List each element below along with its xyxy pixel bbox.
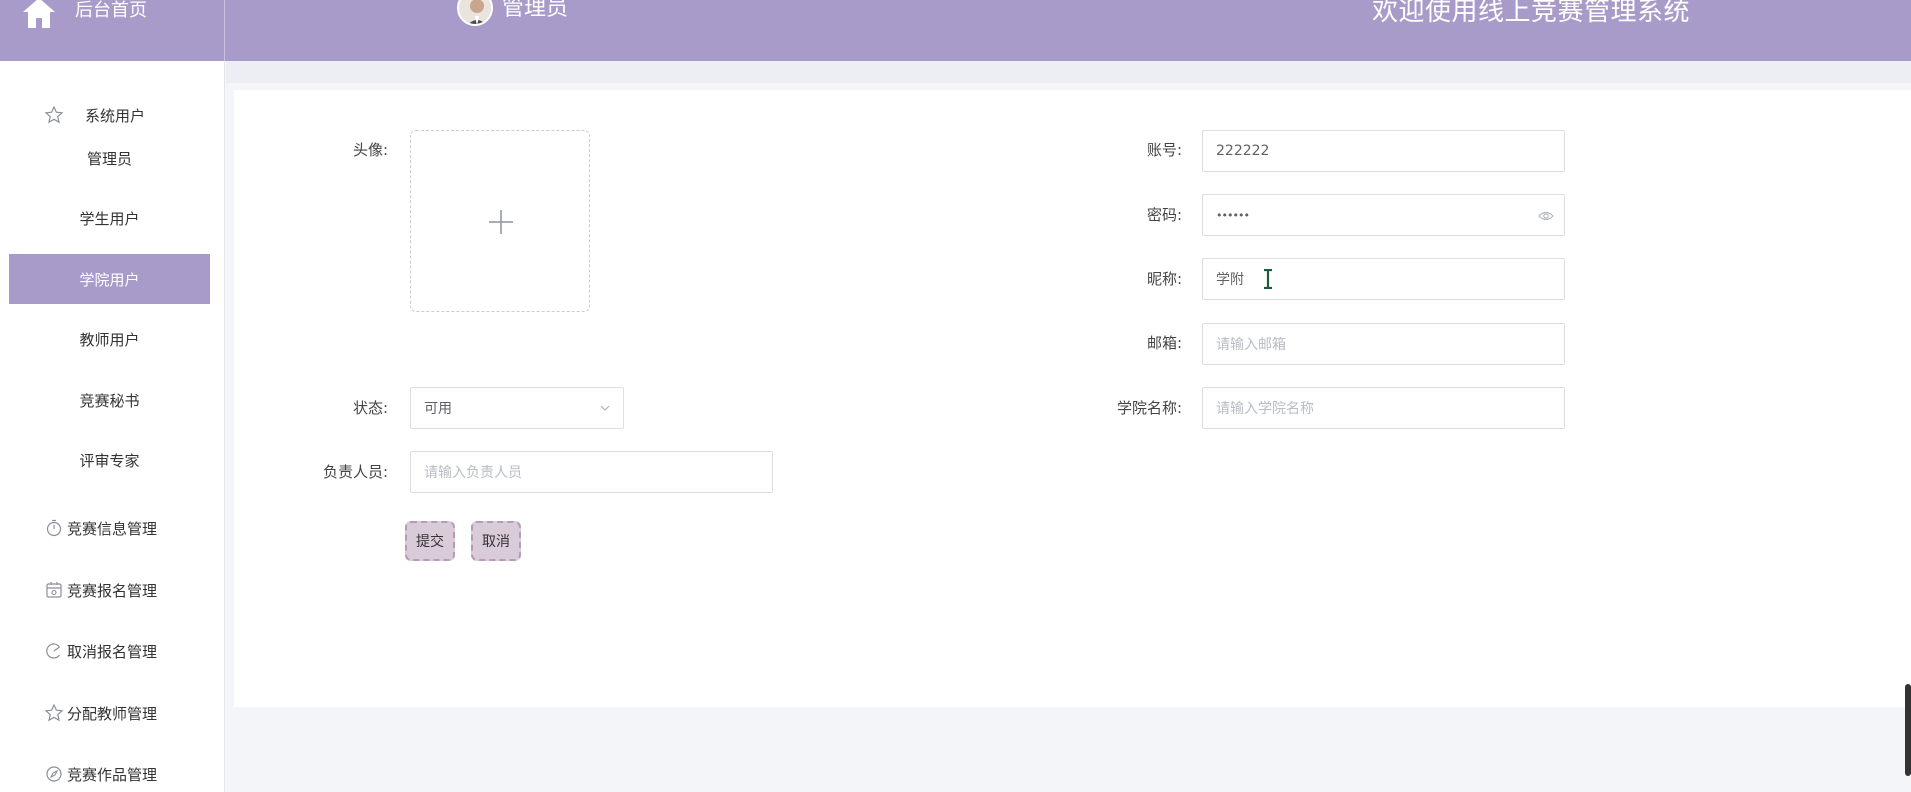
password-value: •••••• <box>1216 208 1250 222</box>
sidebar-item-college-users[interactable]: 学院用户 <box>9 254 210 304</box>
pie-chart-icon <box>46 643 60 659</box>
menu-contest-info-label: 竞赛信息管理 <box>67 519 158 538</box>
menu-contest-info[interactable]: 竞赛信息管理 <box>0 508 225 548</box>
welcome-title: 欢迎使用线上竞赛管理系统 <box>1372 0 1691 27</box>
nickname-value: 学附 <box>1216 272 1244 288</box>
nickname-input[interactable]: 学附 <box>1202 258 1565 300</box>
password-label: 密码: <box>1146 206 1182 224</box>
email-label: 邮箱: <box>1146 334 1182 352</box>
home-icon <box>23 0 55 28</box>
plus-icon <box>489 210 513 234</box>
cancel-button[interactable]: 取消 <box>471 521 521 561</box>
college-name-input[interactable]: 请输入学院名称 <box>1202 387 1565 429</box>
menu-works-label: 竞赛作品管理 <box>67 765 158 784</box>
status-select[interactable]: 可用 <box>410 387 624 429</box>
manager-placeholder: 请输入负责人员 <box>424 465 522 481</box>
sidebar-item-experts[interactable]: 评审专家 <box>9 435 210 485</box>
home-link[interactable]: 后台首页 <box>0 0 225 61</box>
menu-assign-teacher[interactable]: 分配教师管理 <box>0 693 225 733</box>
account-value: 222222 <box>1216 143 1270 159</box>
menu-system-users[interactable]: 系统用户 <box>0 95 225 135</box>
menu-cancel-registration[interactable]: 取消报名管理 <box>0 631 225 671</box>
menu-assign-teacher-label: 分配教师管理 <box>67 704 158 723</box>
avatar-label: 头像: <box>352 141 388 159</box>
email-placeholder: 请输入邮箱 <box>1216 337 1286 353</box>
eye-icon[interactable] <box>1538 208 1554 224</box>
menu-registration-label: 竞赛报名管理 <box>67 581 158 600</box>
home-label: 后台首页 <box>75 0 147 21</box>
submit-button[interactable]: 提交 <box>405 521 455 561</box>
compass-icon <box>46 766 62 782</box>
nickname-label: 昵称: <box>1146 270 1182 288</box>
avatar-image <box>459 0 491 24</box>
sidebar-item-admin[interactable]: 管理员 <box>9 133 210 183</box>
account-label: 账号: <box>1146 141 1182 159</box>
content-top-strip <box>226 61 1911 83</box>
sidebar-item-teachers[interactable]: 教师用户 <box>9 314 210 364</box>
scrollbar-thumb[interactable] <box>1905 684 1911 776</box>
star-icon <box>44 703 64 722</box>
status-label: 状态: <box>352 399 388 417</box>
menu-registration[interactable]: 竞赛报名管理 <box>0 570 225 610</box>
sidebar: 系统用户 管理员 学生用户 学院用户 教师用户 竞赛秘书 评审专家 竞赛信息管理… <box>0 61 225 792</box>
star-icon <box>44 105 64 124</box>
timer-icon <box>46 519 62 537</box>
status-value: 可用 <box>424 401 452 417</box>
sidebar-item-students[interactable]: 学生用户 <box>9 193 210 243</box>
email-input[interactable]: 请输入邮箱 <box>1202 323 1565 365</box>
avatar[interactable] <box>457 0 493 26</box>
password-input[interactable]: •••••• <box>1202 194 1565 236</box>
avatar-upload[interactable] <box>410 130 590 312</box>
account-input[interactable]: 222222 <box>1202 130 1565 172</box>
manager-input[interactable]: 请输入负责人员 <box>410 451 773 493</box>
top-header: 后台首页 管理员 欢迎使用线上竞赛管理系统 <box>0 0 1911 61</box>
college-name-label: 学院名称: <box>1116 399 1182 417</box>
menu-works[interactable]: 竞赛作品管理 <box>0 754 225 792</box>
calendar-icon <box>46 582 62 598</box>
college-name-placeholder: 请输入学院名称 <box>1216 401 1314 417</box>
chevron-down-icon <box>600 405 610 411</box>
manager-label: 负责人员: <box>322 463 388 481</box>
text-cursor-icon <box>1264 269 1272 289</box>
menu-system-users-label: 系统用户 <box>85 106 146 125</box>
sidebar-item-secretaries[interactable]: 竞赛秘书 <box>9 375 210 425</box>
menu-cancel-registration-label: 取消报名管理 <box>67 642 158 661</box>
admin-name: 管理员 <box>502 0 569 21</box>
